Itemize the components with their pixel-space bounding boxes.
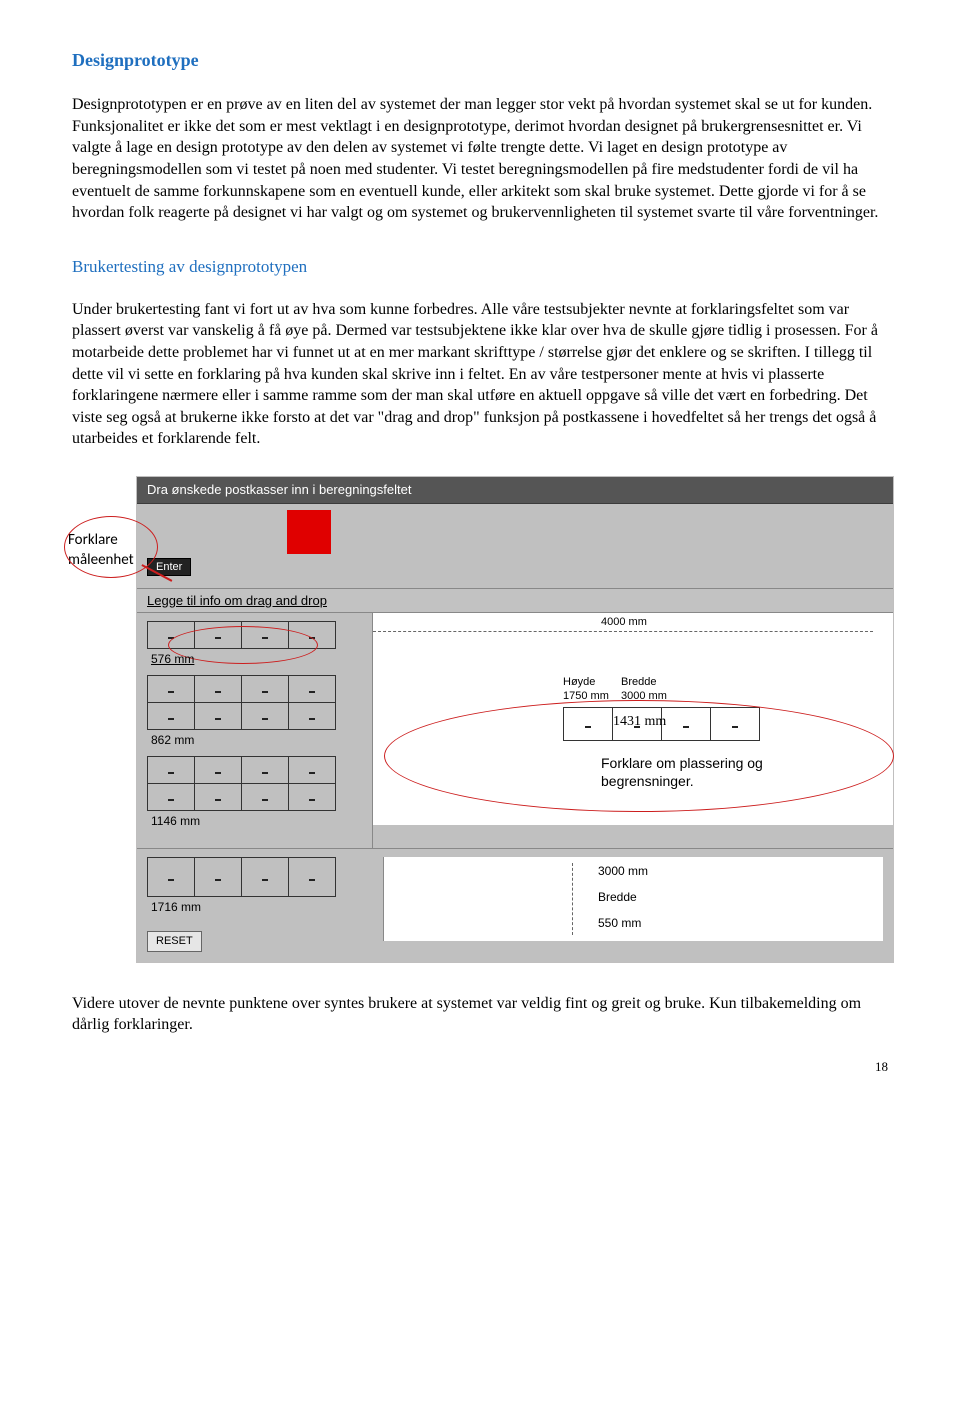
bredde-label: Bredde [621,675,656,690]
heading-designprototype: Designprototype [72,48,888,72]
page-number: 18 [72,1058,888,1076]
hoyde-label: Høyde [563,675,595,690]
prototype-figure: Forklare måleenhet Dra ønskede postkasse… [72,476,888,963]
proto-top-panel: Enter [137,504,893,588]
paragraph-1: Designprototypen er en prøve av en liten… [72,94,888,224]
rack-label: 1431 mm [613,713,666,732]
proto-title-bar: Dra ønskede postkasser inn i beregningsf… [137,477,893,504]
dashed-top-line [373,631,873,632]
size-576: 576 mm [151,651,362,667]
size-862: 862 mm [151,732,362,748]
heading-brukertesting: Brukertesting av designprototypen [72,256,888,279]
enter-button[interactable]: Enter [147,558,191,577]
paragraph-3: Videre utover de nevnte punktene over sy… [72,993,888,1036]
red-square-icon [287,510,331,554]
proto-info-bar: Legge til info om drag and drop [137,588,893,614]
paragraph-2: Under brukertesting fant vi fort ut av h… [72,299,888,450]
size-1716: 1716 mm [151,899,383,915]
bredde-value: 3000 mm [621,689,667,704]
bottom-labels: 3000 mm Bredde 550 mm [598,863,648,942]
hoyde-value: 1750 mm [563,689,609,704]
annotation-placement-note: Forklare om plassering og begrensninger. [601,755,763,790]
bottom-drop-area[interactable]: 3000 mm Bredde 550 mm [383,857,883,941]
drop-area[interactable]: 4000 mm Høyde 1750 mm Bredde 3000 mm 143… [373,613,893,825]
size-1146: 1146 mm [151,813,362,829]
dashed-vertical-line [572,863,573,935]
mailbox-size-palette[interactable]: 576 mm 862 mm 1146 mm [137,613,373,848]
reset-button[interactable]: RESET [147,931,202,952]
top-measure: 4000 mm [601,615,647,630]
